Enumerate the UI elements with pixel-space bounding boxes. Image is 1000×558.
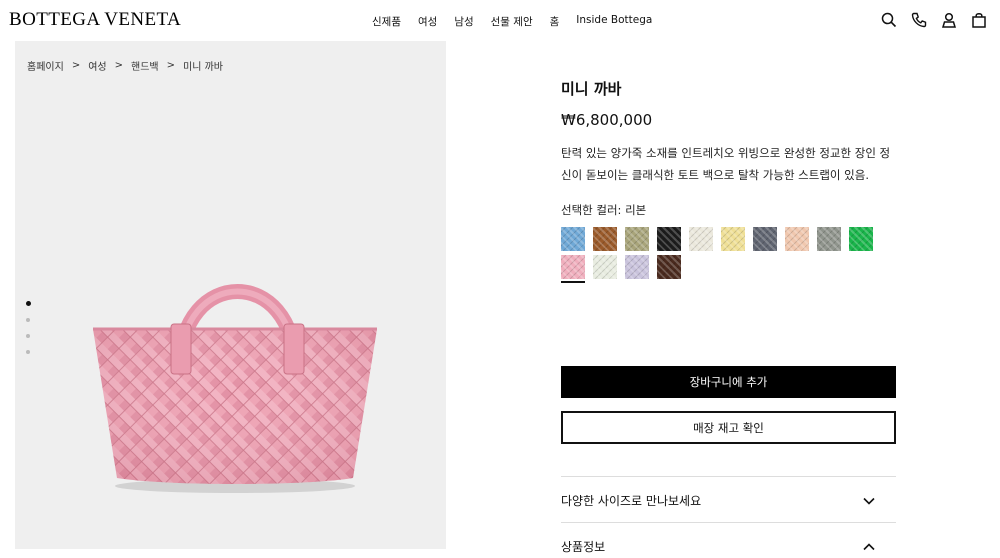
color-swatch-3[interactable]: [625, 227, 649, 251]
nav-item-new[interactable]: 신제품: [372, 14, 401, 29]
nav-item-home[interactable]: 홈: [550, 14, 560, 29]
nav-item-women[interactable]: 여성: [418, 14, 437, 29]
color-swatch-14[interactable]: [657, 255, 681, 279]
color-swatch-8[interactable]: [785, 227, 809, 251]
breadcrumb-separator: >: [166, 60, 175, 71]
swatch-texture: [625, 255, 649, 279]
product-image: [93, 284, 377, 493]
product-description: 탄력 있는 양가죽 소재를 인트레치오 위빙으로 완성한 정교한 장인 정신이 …: [561, 146, 891, 182]
swatch-texture: [657, 255, 681, 279]
product-name: 미니 까바: [561, 80, 622, 98]
breadcrumb-current: 미니 까바: [183, 62, 223, 73]
search-icon[interactable]: [880, 11, 898, 29]
nav-item-men[interactable]: 남성: [454, 14, 473, 29]
swatch-texture: [817, 227, 841, 251]
color-swatch-7[interactable]: [753, 227, 777, 251]
swatch-texture: [657, 227, 681, 251]
breadcrumb-separator: >: [71, 60, 81, 71]
selected-color-label: 선택한 컬러: 리본: [561, 203, 647, 217]
accordion-sizes-label: 다양한 사이즈로 만나보세요: [561, 494, 702, 508]
color-swatch-1[interactable]: [561, 227, 585, 251]
color-swatch-11[interactable]: [561, 255, 585, 283]
breadcrumb-separator: >: [114, 60, 123, 71]
add-to-cart-button[interactable]: 장바구니에 추가: [561, 366, 896, 398]
divider: [561, 476, 896, 477]
brand-logo[interactable]: BOTTEGA VENETA: [9, 9, 181, 31]
gallery-dot-2[interactable]: [26, 318, 30, 322]
swatch-texture: [849, 227, 873, 251]
breadcrumb: 홈페이지 > 여성 > 핸드백 > 미니 까바: [27, 58, 223, 73]
nav-item-inside-bottega[interactable]: Inside Bottega: [576, 14, 652, 29]
swatch-texture: [785, 227, 809, 251]
color-swatch-9[interactable]: [817, 227, 841, 251]
header-icons: [880, 11, 1000, 31]
swatch-texture: [593, 255, 617, 279]
color-swatch-12[interactable]: [593, 255, 617, 279]
swatch-texture: [561, 227, 585, 251]
nav-item-gifts[interactable]: 선물 제안: [491, 14, 533, 29]
color-swatch-10[interactable]: [849, 227, 873, 251]
swatch-texture: [753, 227, 777, 251]
color-swatch-6[interactable]: [721, 227, 745, 251]
site-header: BOTTEGA VENETA 신제품 여성 남성 선물 제안 홈 Inside …: [0, 0, 1000, 40]
color-swatches: [561, 227, 901, 283]
accordion-product-info-label: 상품정보: [561, 540, 606, 554]
gallery-dot-1[interactable]: [26, 301, 31, 306]
account-icon[interactable]: [940, 11, 958, 29]
accordion-product-info[interactable]: 상품정보: [561, 538, 896, 558]
gallery-pagination: [26, 301, 34, 366]
color-swatch-13[interactable]: [625, 255, 649, 279]
main-nav: 신제품 여성 남성 선물 제안 홈 Inside Bottega: [372, 14, 652, 29]
shopping-bag-icon[interactable]: [970, 11, 988, 29]
check-store-stock-button[interactable]: 매장 재고 확인: [561, 411, 896, 444]
product-details: 미니 까바 ₩6,800,000 탄력 있는 양가죽 소재를 인트레치오 위빙으…: [561, 78, 896, 283]
color-swatch-5[interactable]: [689, 227, 713, 251]
swatch-texture: [593, 227, 617, 251]
swatch-texture: [689, 227, 713, 251]
chevron-down-icon: [863, 497, 875, 505]
color-swatch-4[interactable]: [657, 227, 681, 251]
gallery-dot-3[interactable]: [26, 334, 30, 338]
gallery-dot-4[interactable]: [26, 350, 30, 354]
chevron-up-icon: [863, 543, 875, 551]
product-price: ₩6,800,000: [561, 111, 653, 129]
divider: [561, 522, 896, 523]
swatch-texture: [721, 227, 745, 251]
breadcrumb-handbags[interactable]: 핸드백: [131, 58, 159, 73]
swatch-texture: [625, 227, 649, 251]
color-swatch-2[interactable]: [593, 227, 617, 251]
breadcrumb-home[interactable]: 홈페이지: [27, 58, 64, 73]
swatch-texture: [561, 255, 585, 279]
product-gallery: 홈페이지 > 여성 > 핸드백 > 미니 까바: [15, 41, 446, 549]
breadcrumb-women[interactable]: 여성: [88, 58, 106, 73]
phone-icon[interactable]: [910, 11, 928, 29]
accordion-sizes[interactable]: 다양한 사이즈로 만나보세요: [561, 492, 896, 512]
